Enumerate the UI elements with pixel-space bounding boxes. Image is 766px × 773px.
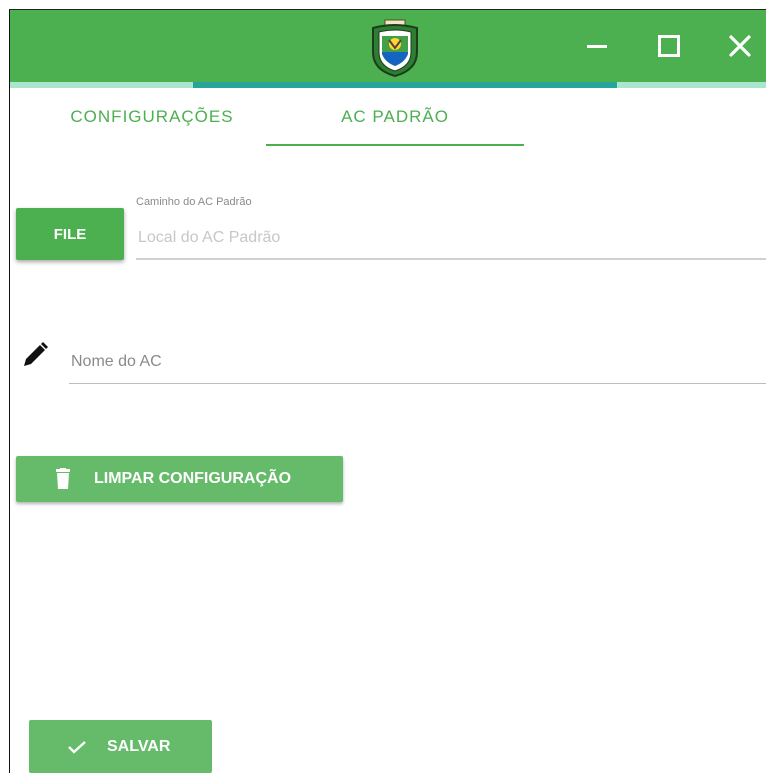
app-window: CONFIGURAÇÕES AC PADRÃO FILE Caminho do … <box>10 10 766 773</box>
tab-ac-padrao[interactable]: AC PADRÃO <box>266 82 524 152</box>
active-tab-indicator <box>266 144 524 146</box>
check-icon <box>67 737 87 757</box>
pencil-icon <box>24 342 48 366</box>
maximize-icon <box>658 35 680 57</box>
save-button[interactable]: SALVAR <box>29 720 212 773</box>
trash-icon <box>54 468 72 490</box>
close-button[interactable] <box>718 24 762 68</box>
clear-config-label: LIMPAR CONFIGURAÇÃO <box>94 470 292 487</box>
tab-configuracoes[interactable]: CONFIGURAÇÕES <box>22 82 282 152</box>
path-field-label: Caminho do AC Padrão <box>136 196 252 208</box>
clear-config-button[interactable]: LIMPAR CONFIGURAÇÃO <box>16 456 343 502</box>
minimize-button[interactable] <box>575 24 619 68</box>
close-icon <box>729 35 751 57</box>
save-label: SALVAR <box>107 737 171 755</box>
ac-path-input[interactable] <box>136 218 766 260</box>
ac-name-input[interactable] <box>69 340 766 384</box>
file-button[interactable]: FILE <box>16 208 124 260</box>
title-bar[interactable] <box>10 10 766 82</box>
state-coat-of-arms-icon <box>372 19 418 78</box>
maximize-button[interactable] <box>647 24 691 68</box>
minimize-icon <box>587 45 607 48</box>
tab-bar: CONFIGURAÇÕES AC PADRÃO <box>10 88 766 158</box>
